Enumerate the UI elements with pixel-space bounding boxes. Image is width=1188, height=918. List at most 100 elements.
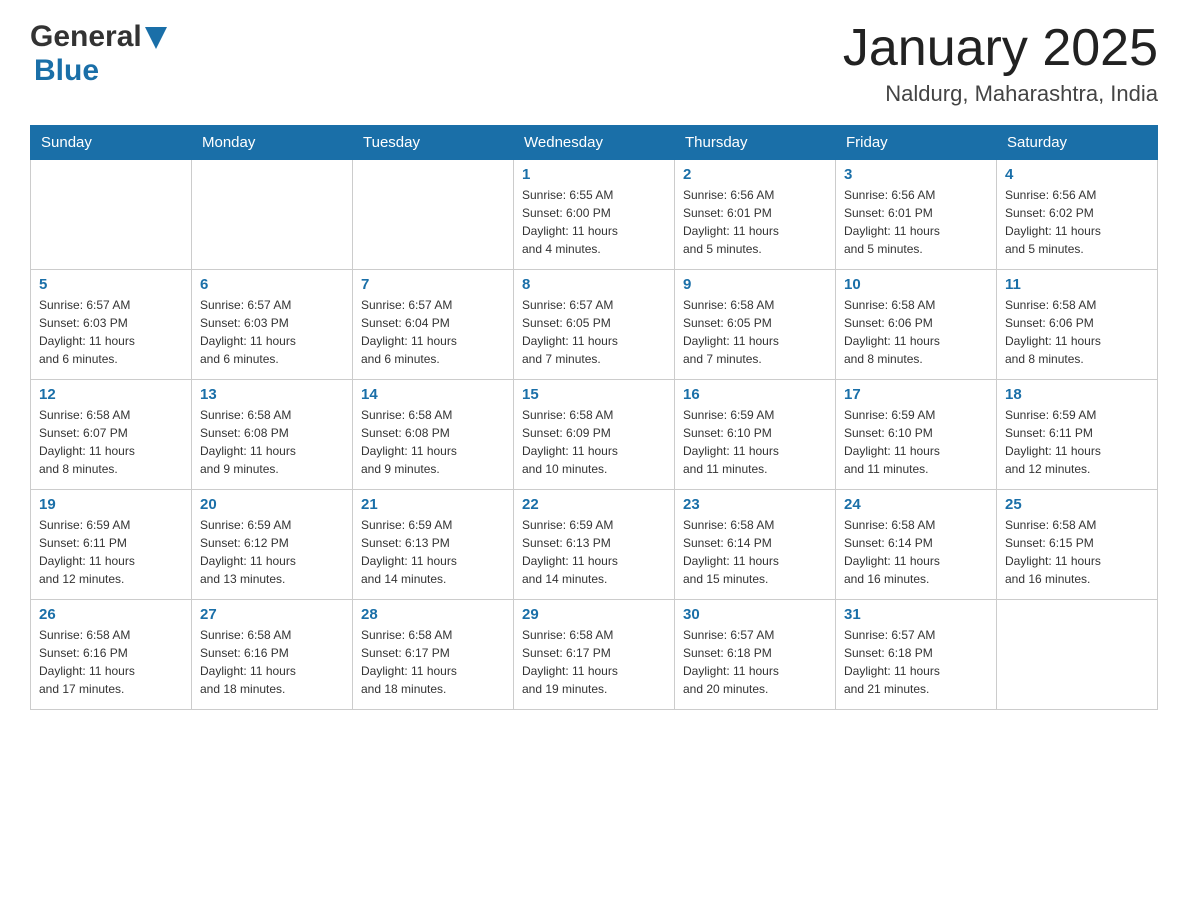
day-info: Sunrise: 6:58 AMSunset: 6:07 PMDaylight:… bbox=[39, 406, 183, 478]
day-info: Sunrise: 6:56 AMSunset: 6:01 PMDaylight:… bbox=[844, 186, 988, 258]
day-info: Sunrise: 6:55 AMSunset: 6:00 PMDaylight:… bbox=[522, 186, 666, 258]
day-header-sunday: Sunday bbox=[31, 126, 192, 160]
day-header-wednesday: Wednesday bbox=[514, 126, 675, 160]
week-row-4: 19Sunrise: 6:59 AMSunset: 6:11 PMDayligh… bbox=[31, 490, 1158, 600]
day-info: Sunrise: 6:59 AMSunset: 6:10 PMDaylight:… bbox=[683, 406, 827, 478]
day-number: 2 bbox=[683, 166, 827, 183]
day-header-monday: Monday bbox=[192, 126, 353, 160]
calendar-cell bbox=[353, 160, 514, 270]
day-number: 29 bbox=[522, 606, 666, 623]
day-header-saturday: Saturday bbox=[997, 126, 1158, 160]
calendar-cell: 18Sunrise: 6:59 AMSunset: 6:11 PMDayligh… bbox=[997, 380, 1158, 490]
calendar-cell: 30 Sunrise: 6:57 AMSunset: 6:18 PMDayligh… bbox=[675, 600, 836, 710]
calendar-cell bbox=[997, 600, 1158, 710]
day-info: Sunrise: 6:58 AMSunset: 6:09 PMDaylight:… bbox=[522, 406, 666, 478]
title-block: January 2025 Naldurg, Maharashtra, India bbox=[843, 20, 1158, 107]
day-number: 11 bbox=[1005, 276, 1149, 293]
day-number: 9 bbox=[683, 276, 827, 293]
day-info: Sunrise: 6:59 AMSunset: 6:10 PMDaylight:… bbox=[844, 406, 988, 478]
calendar-cell: 5 Sunrise: 6:57 AMSunset: 6:03 PMDaylight… bbox=[31, 270, 192, 380]
calendar-cell: 13Sunrise: 6:58 AMSunset: 6:08 PMDayligh… bbox=[192, 380, 353, 490]
calendar-cell bbox=[31, 160, 192, 270]
day-number: 31 bbox=[844, 606, 988, 623]
day-number: 6 bbox=[200, 276, 344, 293]
calendar-cell: 10 Sunrise: 6:58 AMSunset: 6:06 PMDayligh… bbox=[836, 270, 997, 380]
day-info: Sunrise: 6:58 AMSunset: 6:15 PMDaylight:… bbox=[1005, 516, 1149, 588]
week-row-1: 1 Sunrise: 6:55 AMSunset: 6:00 PMDaylight… bbox=[31, 160, 1158, 270]
calendar-cell: 12Sunrise: 6:58 AMSunset: 6:07 PMDayligh… bbox=[31, 380, 192, 490]
day-info: Sunrise: 6:57 AMSunset: 6:05 PMDaylight:… bbox=[522, 296, 666, 368]
day-info: Sunrise: 6:58 AMSunset: 6:06 PMDaylight:… bbox=[844, 296, 988, 368]
day-number: 7 bbox=[361, 276, 505, 293]
day-info: Sunrise: 6:57 AMSunset: 6:03 PMDaylight:… bbox=[200, 296, 344, 368]
calendar-cell: 31Sunrise: 6:57 AMSunset: 6:18 PMDayligh… bbox=[836, 600, 997, 710]
day-info: Sunrise: 6:59 AMSunset: 6:11 PMDaylight:… bbox=[39, 516, 183, 588]
calendar-cell: 8 Sunrise: 6:57 AMSunset: 6:05 PMDaylight… bbox=[514, 270, 675, 380]
calendar-cell: 4 Sunrise: 6:56 AMSunset: 6:02 PMDaylight… bbox=[997, 160, 1158, 270]
calendar-cell: 21 Sunrise: 6:59 AMSunset: 6:13 PMDayligh… bbox=[353, 490, 514, 600]
logo-blue-text: Blue bbox=[34, 54, 99, 88]
day-number: 20 bbox=[200, 496, 344, 513]
day-info: Sunrise: 6:57 AMSunset: 6:18 PMDaylight:… bbox=[683, 626, 827, 698]
day-header-tuesday: Tuesday bbox=[353, 126, 514, 160]
day-number: 23 bbox=[683, 496, 827, 513]
day-info: Sunrise: 6:58 AMSunset: 6:16 PMDaylight:… bbox=[39, 626, 183, 698]
day-number: 25 bbox=[1005, 496, 1149, 513]
day-info: Sunrise: 6:58 AMSunset: 6:17 PMDaylight:… bbox=[361, 626, 505, 698]
day-info: Sunrise: 6:57 AMSunset: 6:03 PMDaylight:… bbox=[39, 296, 183, 368]
day-header-thursday: Thursday bbox=[675, 126, 836, 160]
location-title: Naldurg, Maharashtra, India bbox=[843, 81, 1158, 107]
day-number: 30 bbox=[683, 606, 827, 623]
day-number: 3 bbox=[844, 166, 988, 183]
day-number: 22 bbox=[522, 496, 666, 513]
day-number: 24 bbox=[844, 496, 988, 513]
month-title: January 2025 bbox=[843, 20, 1158, 77]
day-number: 21 bbox=[361, 496, 505, 513]
calendar-cell: 28Sunrise: 6:58 AMSunset: 6:17 PMDayligh… bbox=[353, 600, 514, 710]
calendar-cell: 25 Sunrise: 6:58 AMSunset: 6:15 PMDayligh… bbox=[997, 490, 1158, 600]
day-info: Sunrise: 6:58 AMSunset: 6:14 PMDaylight:… bbox=[683, 516, 827, 588]
logo-general-text: General bbox=[30, 20, 142, 54]
day-info: Sunrise: 6:58 AMSunset: 6:06 PMDaylight:… bbox=[1005, 296, 1149, 368]
day-number: 10 bbox=[844, 276, 988, 293]
calendar-cell: 6 Sunrise: 6:57 AMSunset: 6:03 PMDaylight… bbox=[192, 270, 353, 380]
day-info: Sunrise: 6:59 AMSunset: 6:13 PMDaylight:… bbox=[522, 516, 666, 588]
day-info: Sunrise: 6:58 AMSunset: 6:08 PMDaylight:… bbox=[361, 406, 505, 478]
logo: General Blue bbox=[30, 20, 167, 88]
calendar-cell: 24 Sunrise: 6:58 AMSunset: 6:14 PMDayligh… bbox=[836, 490, 997, 600]
calendar-cell: 3 Sunrise: 6:56 AMSunset: 6:01 PMDaylight… bbox=[836, 160, 997, 270]
page-header: General Blue January 2025 Naldurg, Mahar… bbox=[30, 20, 1158, 107]
calendar-cell: 16 Sunrise: 6:59 AMSunset: 6:10 PMDayligh… bbox=[675, 380, 836, 490]
day-number: 5 bbox=[39, 276, 183, 293]
calendar-cell: 26 Sunrise: 6:58 AMSunset: 6:16 PMDayligh… bbox=[31, 600, 192, 710]
week-row-3: 12Sunrise: 6:58 AMSunset: 6:07 PMDayligh… bbox=[31, 380, 1158, 490]
day-number: 4 bbox=[1005, 166, 1149, 183]
day-info: Sunrise: 6:58 AMSunset: 6:14 PMDaylight:… bbox=[844, 516, 988, 588]
calendar-cell: 27Sunrise: 6:58 AMSunset: 6:16 PMDayligh… bbox=[192, 600, 353, 710]
day-number: 26 bbox=[39, 606, 183, 623]
day-number: 15 bbox=[522, 386, 666, 403]
day-number: 27 bbox=[200, 606, 344, 623]
week-row-2: 5 Sunrise: 6:57 AMSunset: 6:03 PMDaylight… bbox=[31, 270, 1158, 380]
calendar-cell: 1 Sunrise: 6:55 AMSunset: 6:00 PMDaylight… bbox=[514, 160, 675, 270]
day-info: Sunrise: 6:57 AMSunset: 6:04 PMDaylight:… bbox=[361, 296, 505, 368]
day-number: 8 bbox=[522, 276, 666, 293]
calendar-cell: 2Sunrise: 6:56 AMSunset: 6:01 PMDaylight… bbox=[675, 160, 836, 270]
calendar-cell: 7 Sunrise: 6:57 AMSunset: 6:04 PMDaylight… bbox=[353, 270, 514, 380]
calendar-cell: 15 Sunrise: 6:58 AMSunset: 6:09 PMDayligh… bbox=[514, 380, 675, 490]
day-number: 16 bbox=[683, 386, 827, 403]
calendar-cell: 22 Sunrise: 6:59 AMSunset: 6:13 PMDayligh… bbox=[514, 490, 675, 600]
week-row-5: 26 Sunrise: 6:58 AMSunset: 6:16 PMDayligh… bbox=[31, 600, 1158, 710]
calendar-cell: 11 Sunrise: 6:58 AMSunset: 6:06 PMDayligh… bbox=[997, 270, 1158, 380]
day-info: Sunrise: 6:58 AMSunset: 6:05 PMDaylight:… bbox=[683, 296, 827, 368]
day-info: Sunrise: 6:59 AMSunset: 6:13 PMDaylight:… bbox=[361, 516, 505, 588]
day-number: 18 bbox=[1005, 386, 1149, 403]
calendar-table: SundayMondayTuesdayWednesdayThursdayFrid… bbox=[30, 125, 1158, 710]
calendar-cell: 17Sunrise: 6:59 AMSunset: 6:10 PMDayligh… bbox=[836, 380, 997, 490]
day-number: 13 bbox=[200, 386, 344, 403]
day-info: Sunrise: 6:56 AMSunset: 6:02 PMDaylight:… bbox=[1005, 186, 1149, 258]
calendar-cell: 29Sunrise: 6:58 AMSunset: 6:17 PMDayligh… bbox=[514, 600, 675, 710]
calendar-cell: 9 Sunrise: 6:58 AMSunset: 6:05 PMDaylight… bbox=[675, 270, 836, 380]
day-number: 1 bbox=[522, 166, 666, 183]
calendar-cell: 20Sunrise: 6:59 AMSunset: 6:12 PMDayligh… bbox=[192, 490, 353, 600]
